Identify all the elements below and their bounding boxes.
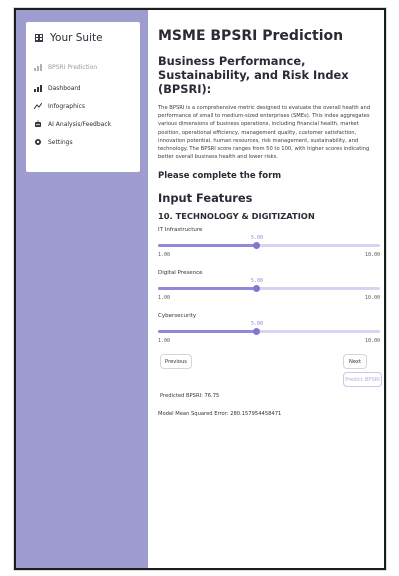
slider-min: 1.00 [158,338,171,345]
bpsri-heading: Business Performance, Sustainability, an… [158,54,349,96]
page-title: MSME BPSRI Prediction [158,28,344,44]
slider-thumb[interactable] [253,327,261,335]
sidebar-item-label: BPSRI Prediction [48,63,98,71]
slider-max: 10.00 [364,338,380,345]
slider-cybersecurity[interactable]: Cybersecurity 5.00 1.00 10.00 [158,313,380,350]
slider-label: IT Infrastructure [158,227,203,234]
slider-it-infrastructure[interactable]: IT Infrastructure 5.00 1.00 10.00 [158,227,380,264]
sidebar-header: Your Suite [34,32,103,44]
sidebar-item-infographics[interactable]: Infographics [34,102,85,110]
sidebar-menu-card: Your Suite BPSRI Prediction Dashboard In… [26,22,140,172]
line-chart-icon [34,102,42,110]
slider-fill [158,287,257,291]
main-content: MSME BPSRI Prediction Business Performan… [158,28,382,418]
slider-value: 5.00 [251,321,264,328]
form-prompt: Please complete the form [158,171,282,182]
slider-track[interactable] [158,284,380,292]
sidebar-item-label: AI Analysis/Feedback [48,120,112,128]
bpsri-description: The BPSRI is a comprehensive metric desi… [158,105,371,161]
robot-icon [34,120,42,128]
slider-max: 10.00 [364,295,380,302]
bar-chart-icon [34,84,42,92]
sidebar-item-dashboard[interactable]: Dashboard [34,84,81,92]
next-button[interactable]: Next [343,354,367,370]
predict-button[interactable]: Predict BPSRI [343,372,382,388]
slider-min: 1.00 [158,295,171,302]
sidebar-item-ai-analysis[interactable]: AI Analysis/Feedback [34,120,111,128]
slider-track[interactable] [158,327,380,335]
sidebar: Your Suite BPSRI Prediction Dashboard In… [16,10,148,568]
predicted-result: Predicted BPSRI: 76.75 [160,393,220,400]
sidebar-item-label: Settings [48,138,73,146]
model-mse: Model Mean Squared Error: 280.1579544584… [158,411,282,418]
app-window: Your Suite BPSRI Prediction Dashboard In… [14,8,386,570]
slider-fill [158,244,257,248]
slider-digital-presence[interactable]: Digital Presence 5.00 1.00 10.00 [158,270,380,307]
form-actions: Previous Next Predict BPSRI Predicted BP… [158,350,382,408]
slider-label: Cybersecurity [158,313,197,320]
slider-fill [158,330,257,334]
slider-thumb[interactable] [253,241,261,249]
slider-thumb[interactable] [253,284,261,292]
slider-min: 1.00 [158,252,171,259]
category-title: 10. TECHNOLOGY & DIGITIZATION [158,211,315,222]
sidebar-item-label: Infographics [48,102,86,110]
sidebar-item-label: Dashboard [48,84,81,92]
bar-chart-icon [34,63,42,71]
gear-icon [34,138,42,146]
building-icon [35,34,43,42]
sidebar-item-bpsri-prediction[interactable]: BPSRI Prediction [34,63,97,71]
slider-label: Digital Presence [158,270,203,277]
previous-button[interactable]: Previous [160,354,192,370]
slider-track[interactable] [158,241,380,249]
sidebar-title: Your Suite [50,32,103,44]
section-title: Input Features [158,191,253,206]
slider-max: 10.00 [364,252,380,259]
slider-value: 5.00 [251,235,264,242]
slider-value: 5.00 [251,278,264,285]
sidebar-item-settings[interactable]: Settings [34,138,73,146]
